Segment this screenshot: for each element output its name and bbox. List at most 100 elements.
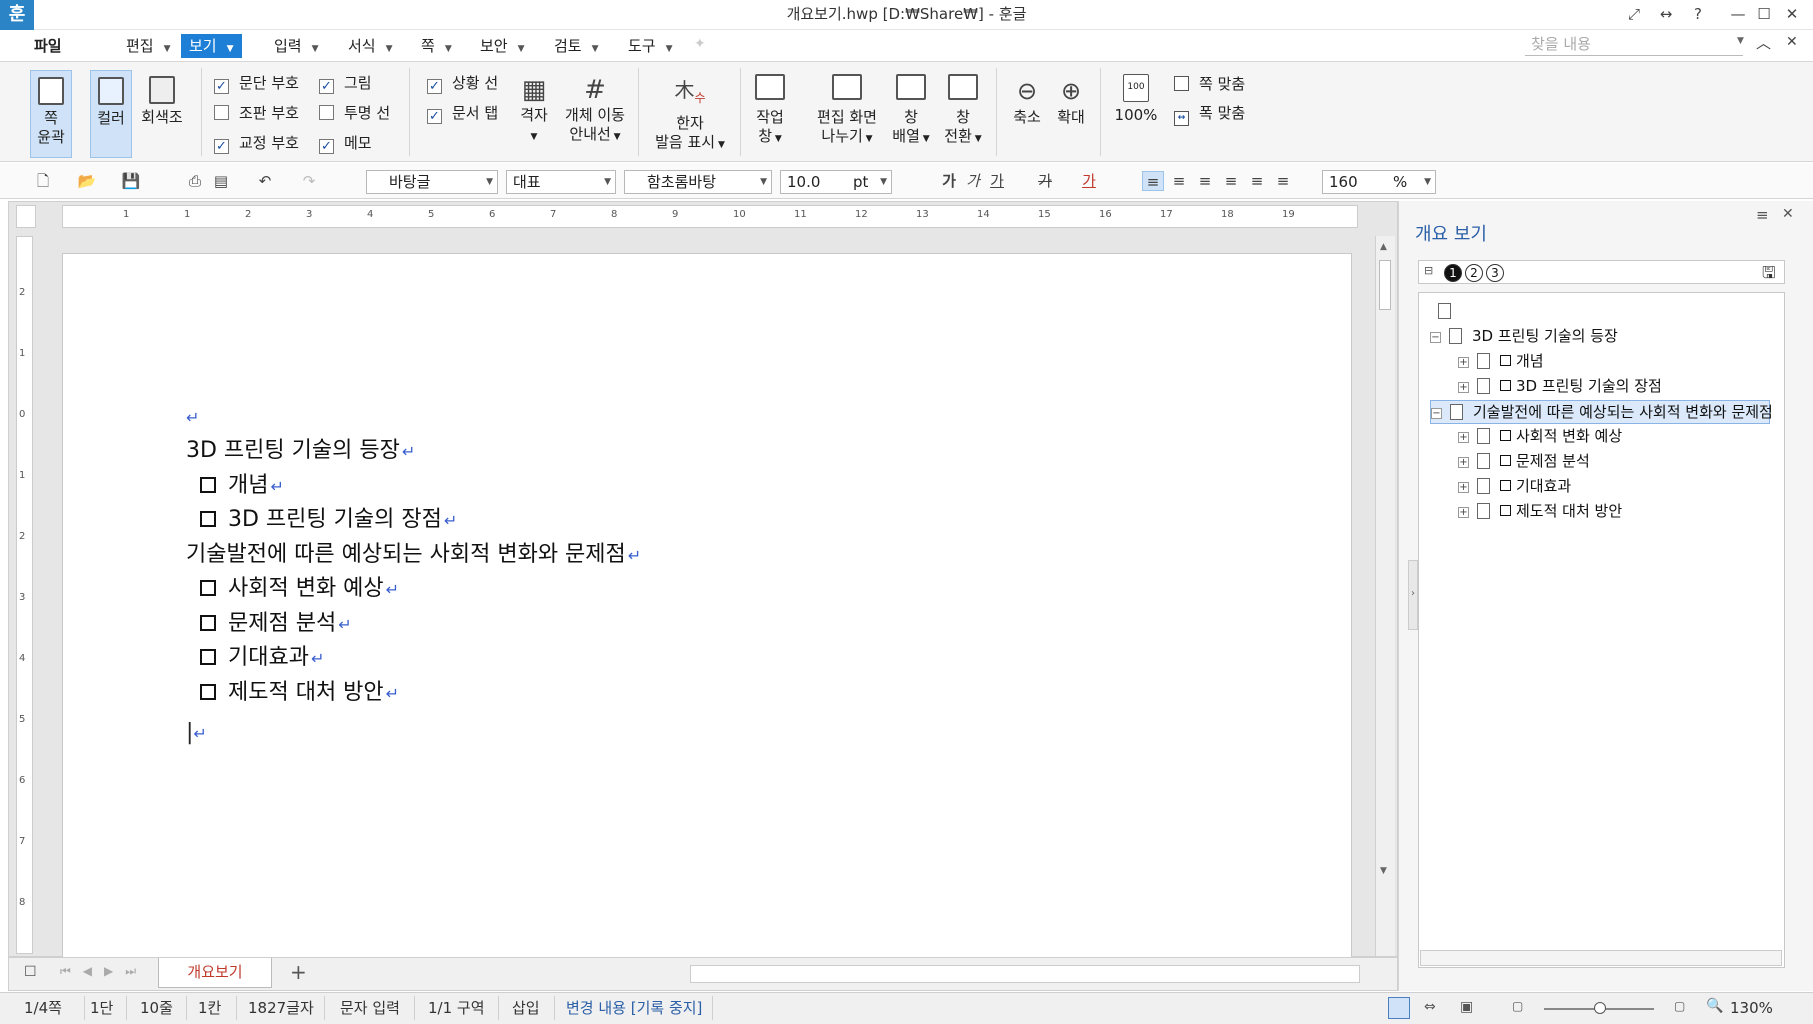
menu-view[interactable]: 보기 ▼: [181, 34, 242, 58]
align-center-icon[interactable]: ≡: [1194, 171, 1216, 191]
new-document-icon[interactable]: 🗋: [32, 171, 54, 191]
expand-icon[interactable]: +: [1458, 432, 1469, 443]
outline-tree-node[interactable]: − 기술발전에 따른 예상되는 사회적 변화와 문제점: [1430, 400, 1773, 424]
level-2-button[interactable]: 2: [1465, 264, 1483, 282]
expand-icon[interactable]: +: [1458, 357, 1469, 368]
transparent-line-checkbox[interactable]: 투명 선: [319, 103, 390, 123]
search-input[interactable]: 찾을 내용: [1525, 32, 1743, 56]
status-line-checkbox[interactable]: ✓ 상황 선: [427, 73, 498, 94]
maximize-button[interactable]: ☐: [1752, 3, 1776, 25]
zoom-in-button[interactable]: ⊕ 확대: [1052, 74, 1090, 127]
outline-tree-node[interactable]: − 3D 프린팅 기술의 등장: [1430, 325, 1618, 347]
zoom-search-icon[interactable]: 🔍: [1706, 998, 1723, 1014]
status-page[interactable]: 1/4쪽: [24, 997, 62, 1019]
layout-mark-checkbox[interactable]: 조판 부호: [214, 103, 299, 123]
outline-item-level-2[interactable]: 사회적 변화 예상 ↵: [200, 574, 399, 605]
outline-item-level-2[interactable]: 제도적 대처 방안 ↵: [200, 678, 399, 709]
minimize-button[interactable]: —: [1726, 3, 1750, 25]
status-zoom[interactable]: 130%: [1730, 997, 1773, 1019]
font-size-input[interactable]: 10.0 pt ▼: [780, 170, 892, 194]
undo-icon[interactable]: ↶: [254, 171, 276, 191]
outline-item-level-2[interactable]: 개념 ↵: [200, 471, 284, 502]
outline-select[interactable]: 대표 ▼: [506, 170, 616, 194]
grid-button[interactable]: ▦ 격자 ▼: [514, 74, 554, 147]
task-pane-button[interactable]: 작업 창 ▼: [750, 74, 790, 149]
italic-icon[interactable]: 가: [962, 171, 984, 191]
zoom-100-button[interactable]: 100 100%: [1110, 74, 1162, 125]
scroll-down-icon[interactable]: ▼: [1380, 866, 1387, 876]
tab-nav-icons[interactable]: ⏮◀▶⏭: [60, 964, 148, 979]
scroll-up-icon[interactable]: ▲: [1380, 242, 1387, 252]
panel-close-icon[interactable]: ✕: [1782, 206, 1794, 222]
grayscale-button[interactable]: 회색조: [138, 70, 186, 158]
memo-checkbox[interactable]: ✓ 메모: [319, 133, 372, 154]
zoom-input[interactable]: 160% ▼: [1322, 170, 1436, 194]
outline-tree-node[interactable]: [1438, 300, 1461, 322]
close-button[interactable]: ✕: [1780, 3, 1804, 25]
tree-horizontal-scrollbar[interactable]: [1420, 950, 1782, 966]
status-track-changes[interactable]: 변경 내용 [기록 중지]: [566, 997, 702, 1019]
underline-icon[interactable]: 가: [986, 171, 1008, 191]
doc-close-icon[interactable]: ✕: [1786, 34, 1798, 50]
hanja-pronunciation-button[interactable]: 木수 한자 발음 표시 ▼: [652, 74, 728, 155]
open-folder-icon[interactable]: 📂: [76, 171, 98, 191]
bold-icon[interactable]: 가: [938, 171, 960, 191]
color-view-button[interactable]: 컬러: [90, 70, 132, 158]
menu-insert[interactable]: 입력 ▼: [266, 34, 327, 58]
outline-tree-node[interactable]: + 사회적 변화 예상: [1458, 425, 1622, 447]
menu-security[interactable]: 보안 ▼: [472, 34, 533, 58]
split-view-button[interactable]: 편집 화면 나누기 ▼: [814, 74, 880, 149]
width-fit-button[interactable]: ↔ 폭 맞춤: [1174, 103, 1245, 126]
save-icon[interactable]: 💾: [120, 171, 142, 191]
panel-menu-icon[interactable]: ≡: [1756, 206, 1769, 224]
zoom-fit-icon[interactable]: ▢: [1512, 999, 1523, 1013]
arrange-windows-button[interactable]: 창 배열 ▼: [888, 74, 934, 149]
outline-tree-node[interactable]: + 문제점 분석: [1458, 450, 1590, 472]
outline-item-level-2[interactable]: 기대효과 ↵: [200, 643, 324, 674]
search-dropdown-icon[interactable]: ▼: [1737, 36, 1744, 46]
menu-edit[interactable]: 편집 ▼: [118, 34, 179, 58]
horizontal-ruler[interactable]: 1 1 2 3 4 5 6 7 8 9 10 11 12 13 14 15 16 17 18 19: [62, 205, 1358, 228]
font-select[interactable]: 함초롬바탕 ▼: [624, 170, 772, 194]
style-select[interactable]: 바탕글 ▼: [366, 170, 498, 194]
width-view-icon[interactable]: ⇔: [1424, 999, 1436, 1015]
save-outline-icon[interactable]: 🖫: [1762, 262, 1776, 289]
horizontal-scrollbar[interactable]: [690, 965, 1360, 983]
picture-checkbox[interactable]: ✓ 그림: [319, 73, 372, 94]
plugin-icon[interactable]: ✦: [694, 36, 706, 52]
object-move-guide-button[interactable]: # 개체 이동 안내선 ▼: [562, 74, 628, 147]
expand-icon[interactable]: +: [1458, 507, 1469, 518]
zoom-page-icon[interactable]: ▢: [1674, 999, 1685, 1013]
tab-list-icon[interactable]: ☐: [24, 964, 37, 980]
strikethrough-icon[interactable]: 가: [1034, 171, 1056, 191]
menu-file[interactable]: 파일: [26, 34, 70, 58]
menu-page[interactable]: 쪽 ▼: [413, 34, 460, 58]
outline-tree-node[interactable]: + 개념: [1458, 350, 1544, 372]
vertical-scrollbar[interactable]: ▲ ▼: [1375, 236, 1395, 956]
scroll-thumb[interactable]: [1379, 260, 1391, 310]
expand-icon[interactable]: +: [1458, 457, 1469, 468]
print-icon[interactable]: ⎙: [184, 171, 206, 191]
zoom-out-button[interactable]: ⊖ 축소: [1008, 74, 1046, 127]
tab-outline-view[interactable]: 개요보기: [158, 958, 272, 988]
align-left-icon[interactable]: ≡: [1168, 171, 1190, 191]
zoom-slider-thumb[interactable]: [1594, 1002, 1606, 1014]
collapse-all-icon[interactable]: ⊟: [1424, 264, 1433, 277]
align-justify-icon[interactable]: ≡: [1142, 171, 1164, 191]
print-preview-icon[interactable]: ▤: [210, 171, 232, 191]
level-1-button[interactable]: 1: [1444, 264, 1462, 282]
font-color-icon[interactable]: 가: [1078, 171, 1100, 191]
page-outline-button[interactable]: 쪽 윤곽: [30, 70, 72, 158]
align-right-icon[interactable]: ≡: [1220, 171, 1242, 191]
para-mark-checkbox[interactable]: ✓ 문단 부호: [214, 73, 299, 94]
outline-tree-node[interactable]: + 기대효과: [1458, 475, 1571, 497]
status-insert[interactable]: 삽입: [512, 997, 540, 1019]
outline-item-level-2[interactable]: 문제점 분석 ↵: [200, 609, 352, 640]
align-divide-icon[interactable]: ≡: [1272, 171, 1294, 191]
normal-view-icon[interactable]: [1388, 997, 1410, 1019]
ruler-corner[interactable]: [16, 205, 36, 228]
menu-tools[interactable]: 도구 ▼: [620, 34, 681, 58]
outline-tree-node[interactable]: +3D 프린팅 기술의 장점: [1458, 375, 1662, 397]
outline-tree-node[interactable]: + 제도적 대처 방안: [1458, 500, 1622, 522]
status-input-mode[interactable]: 문자 입력: [340, 997, 400, 1019]
